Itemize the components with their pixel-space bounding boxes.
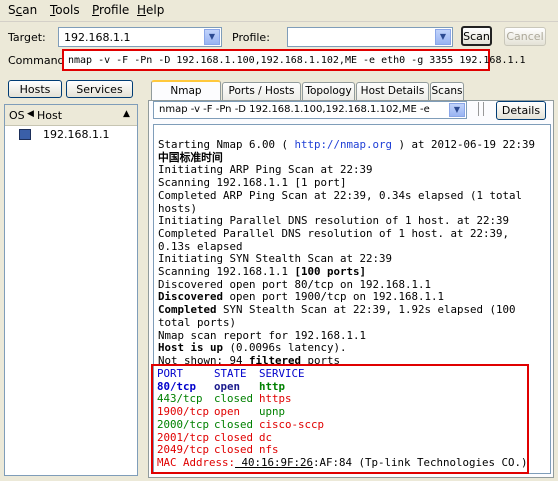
output-text: ) at 2012-06-19 22:39 — [392, 138, 536, 151]
output-text: [100 ports] — [294, 265, 367, 279]
port-row: 443/tcp closed https — [157, 393, 528, 406]
menu-help[interactable]: Help — [137, 3, 164, 17]
column-host[interactable]: Host — [37, 109, 62, 122]
mac-address-line: MAC Address: 40:16:9F:26:AF:84 (Tp-link … — [157, 455, 528, 470]
menu-bar: Scan Tools Profile Help — [0, 0, 558, 22]
target-combobox[interactable]: 192.168.1.1 ▼ — [58, 27, 222, 47]
menu-scan[interactable]: Scan — [8, 3, 37, 17]
header-service: SERVICE — [259, 367, 305, 380]
tab-scans[interactable]: Scans — [430, 82, 464, 101]
output-line: Completed Parallel DNS resolution of 1 h… — [158, 226, 510, 240]
separator-handle-icon — [478, 102, 484, 116]
port-number: 1900/tcp — [157, 405, 210, 419]
target-value: 192.168.1.1 — [64, 31, 131, 44]
chevron-left-icon: ◀ — [27, 109, 34, 119]
port-service: upnp — [259, 405, 286, 419]
scan-button[interactable]: Scan — [461, 26, 492, 46]
port-row: 1900/tcp open upnp — [157, 405, 528, 419]
output-text: Not shown: 94 — [158, 354, 250, 364]
tab-topology[interactable]: Topology — [302, 82, 355, 101]
port-service: https — [259, 392, 292, 406]
output-text: Host is up — [158, 341, 224, 355]
menu-profile[interactable]: Profile — [92, 3, 129, 17]
nmap-org-link[interactable]: http://nmap.org — [295, 138, 393, 151]
port-service: cisco-sccp — [259, 417, 325, 431]
command-input[interactable]: nmap -v -F -Pn -D 192.168.1.100,192.168.… — [62, 49, 526, 71]
port-results-highlight: PORT STATE SERVICE 80/tcp open http 443/tcp c… — [151, 364, 529, 474]
output-line: Not shown: 94 filtered ports — [158, 355, 546, 364]
computer-icon — [19, 129, 31, 140]
output-line: Starting Nmap 6.00 ( http://nmap.org ) a… — [158, 138, 546, 152]
command-value: nmap -v -F -Pn -D 192.168.1.100,192.168.… — [68, 55, 526, 66]
profile-combobox[interactable]: ▼ — [287, 27, 453, 47]
output-text: filtered — [249, 354, 302, 364]
output-line: Completed SYN Stealth Scan at 22:39, 1.9… — [158, 303, 546, 317]
output-scan-value: nmap -v -F -Pn -D 192.168.1.100,192.168.… — [159, 104, 430, 115]
mac-prefix: 40:16:9F:26 — [235, 455, 314, 469]
output-text: Discovered — [158, 290, 224, 304]
profile-label: Profile: — [232, 31, 270, 44]
output-text: (0.0096s latency). — [223, 341, 347, 355]
output-text: open port 1900/tcp on 192.168.1.1 — [223, 290, 445, 304]
tab-host-details[interactable]: Host Details — [356, 82, 429, 101]
output-text: Scanning 192.168.1.1 — [158, 265, 295, 279]
host-row[interactable]: 192.168.1.1 — [5, 126, 137, 143]
host-list-header: OS ◀ Host ▲ — [5, 105, 137, 126]
port-row: 2001/tcp closed dc — [157, 430, 528, 445]
output-line: Scanning 192.168.1.1 [1 port] — [158, 176, 347, 190]
details-button[interactable]: Details — [496, 101, 546, 120]
output-line: Host is up (0.0096s latency). — [158, 341, 546, 355]
port-service: http — [259, 379, 286, 393]
mac-label: MAC Address: — [157, 455, 236, 469]
mac-rest: :AF:84 (Tp-link Technologies CO.) — [313, 455, 528, 469]
port-service: nfs — [259, 443, 279, 457]
output-line: total ports) — [158, 315, 237, 329]
tab-ports-hosts[interactable]: Ports / Hosts — [222, 82, 301, 101]
output-line: Scanning 192.168.1.1 [100 ports] — [158, 265, 546, 279]
port-row: 2000/tcp closed cisco-sccp — [157, 417, 528, 432]
column-os[interactable]: OS — [9, 109, 25, 122]
menu-tools[interactable]: Tools — [50, 3, 80, 17]
output-line: Completed ARP Ping Scan at 22:39, 0.34s … — [158, 188, 523, 202]
output-text: ports — [301, 354, 341, 364]
header-port: PORT — [157, 367, 184, 380]
header-state: STATE — [214, 367, 247, 380]
port-number: 2000/tcp — [157, 417, 210, 431]
output-text: Completed — [158, 303, 217, 317]
port-table-header: PORT STATE SERVICE — [157, 367, 528, 381]
port-row: 80/tcp open http — [157, 379, 528, 394]
host-list: OS ◀ Host ▲ 192.168.1.1 — [4, 104, 138, 476]
port-table: PORT STATE SERVICE 80/tcp open http 443/tcp c… — [157, 367, 528, 470]
output-scan-selector[interactable]: nmap -v -F -Pn -D 192.168.1.100,192.168.… — [153, 101, 467, 119]
host-ip: 192.168.1.1 — [43, 128, 110, 141]
chevron-down-icon[interactable]: ▼ — [204, 29, 220, 45]
sort-up-icon: ▲ — [123, 109, 130, 119]
output-text: Starting Nmap 6.00 ( — [158, 138, 295, 151]
hosts-button[interactable]: Hosts — [8, 80, 62, 98]
command-label: Command: — [8, 54, 69, 67]
tab-nmap-output[interactable]: Nmap Output — [151, 80, 221, 115]
port-state: closed — [214, 417, 254, 431]
chevron-down-icon[interactable]: ▼ — [449, 103, 465, 117]
services-button[interactable]: Services — [66, 80, 133, 98]
port-state: open — [214, 405, 241, 419]
target-label: Target: — [8, 31, 46, 44]
output-text: SYN Stealth Scan at 22:39, 1.92s elapsed… — [216, 303, 516, 317]
port-service: dc — [259, 430, 273, 444]
cancel-button[interactable]: Cancel — [504, 27, 546, 46]
chevron-down-icon[interactable]: ▼ — [435, 29, 451, 45]
